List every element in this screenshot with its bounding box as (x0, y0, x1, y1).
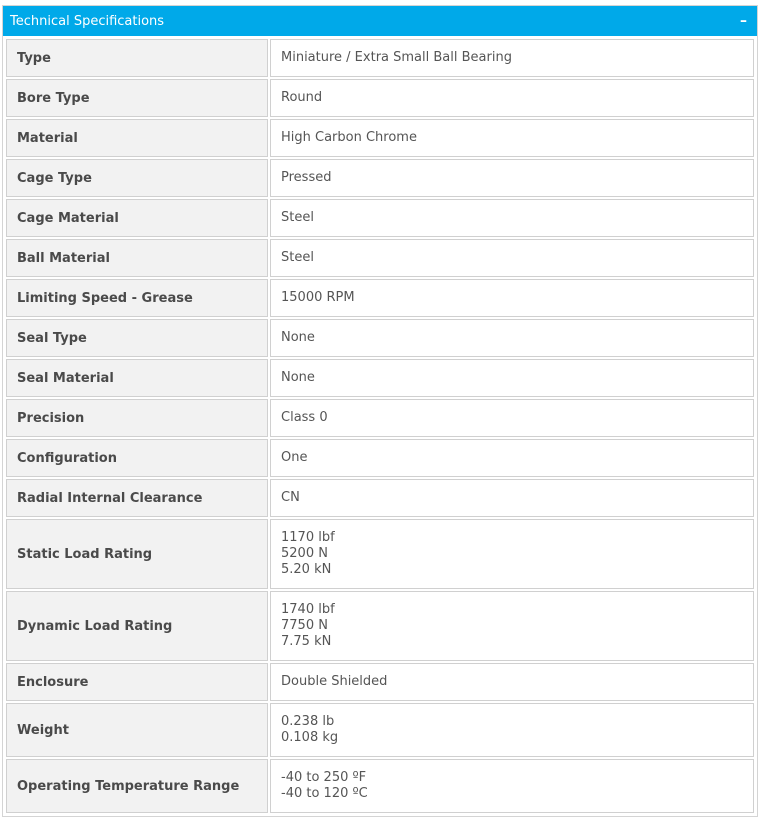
spec-table-body: Type Miniature / Extra Small Ball Bearing… (6, 39, 754, 813)
spec-value: 0.238 lb 0.108 kg (270, 703, 754, 757)
spec-value: 1740 lbf 7750 N 7.75 kN (270, 591, 754, 661)
spec-value-line: 5200 N (281, 546, 328, 561)
spec-value: 15000 RPM (270, 279, 754, 317)
spec-table: Type Miniature / Extra Small Ball Bearing… (4, 37, 756, 815)
technical-specifications-panel: Technical Specifications – Type Miniature… (2, 5, 758, 817)
spec-value: Steel (270, 239, 754, 277)
spec-value-line: Pressed (281, 170, 332, 185)
spec-label: Seal Material (6, 359, 268, 397)
spec-value-line: 0.238 lb (281, 714, 335, 729)
spec-value: High Carbon Chrome (270, 119, 754, 157)
spec-value-line: Class 0 (281, 410, 328, 425)
spec-value: Round (270, 79, 754, 117)
spec-value: One (270, 439, 754, 477)
spec-row: Enclosure Double Shielded (6, 663, 754, 701)
spec-row: Precision Class 0 (6, 399, 754, 437)
spec-row: Configuration One (6, 439, 754, 477)
spec-label: Bore Type (6, 79, 268, 117)
spec-label: Limiting Speed - Grease (6, 279, 268, 317)
spec-value-line: Steel (281, 210, 314, 225)
spec-label: Weight (6, 703, 268, 757)
spec-value-line: Steel (281, 250, 314, 265)
spec-label: Cage Material (6, 199, 268, 237)
spec-value-line: CN (281, 490, 300, 505)
spec-row: Operating Temperature Range -40 to 250 ºF… (6, 759, 754, 813)
spec-value-line: High Carbon Chrome (281, 130, 417, 145)
spec-value: Class 0 (270, 399, 754, 437)
spec-value: None (270, 359, 754, 397)
spec-value-line: Round (281, 90, 323, 105)
spec-row: Dynamic Load Rating 1740 lbf 7750 N 7.75 kN (6, 591, 754, 661)
spec-label: Static Load Rating (6, 519, 268, 589)
spec-value-line: Double Shielded (281, 674, 388, 689)
spec-label: Operating Temperature Range (6, 759, 268, 813)
spec-value-line: 15000 RPM (281, 290, 355, 305)
spec-label: Dynamic Load Rating (6, 591, 268, 661)
spec-value-line: 1170 lbf (281, 530, 335, 545)
spec-value-line: One (281, 450, 308, 465)
spec-row: Ball Material Steel (6, 239, 754, 277)
spec-label: Cage Type (6, 159, 268, 197)
spec-row: Limiting Speed - Grease 15000 RPM (6, 279, 754, 317)
spec-row: Weight 0.238 lb 0.108 kg (6, 703, 754, 757)
spec-value-line: 7750 N (281, 618, 328, 633)
spec-value-line: None (281, 370, 315, 385)
spec-row: Bore Type Round (6, 79, 754, 117)
spec-label: Type (6, 39, 268, 77)
spec-value-line: 5.20 kN (281, 562, 332, 577)
spec-label: Material (6, 119, 268, 157)
spec-label: Configuration (6, 439, 268, 477)
panel-title: Technical Specifications (10, 13, 165, 29)
spec-value-line: -40 to 120 ºC (281, 786, 368, 801)
spec-value: Pressed (270, 159, 754, 197)
spec-value-line: Miniature / Extra Small Ball Bearing (281, 50, 512, 65)
spec-value-line: -40 to 250 ºF (281, 770, 367, 785)
panel-header[interactable]: Technical Specifications – (3, 6, 757, 36)
spec-label: Ball Material (6, 239, 268, 277)
spec-value-line: 0.108 kg (281, 730, 339, 745)
spec-value: Miniature / Extra Small Ball Bearing (270, 39, 754, 77)
spec-row: Radial Internal Clearance CN (6, 479, 754, 517)
spec-value: CN (270, 479, 754, 517)
collapse-icon[interactable]: – (740, 14, 751, 28)
spec-row: Static Load Rating 1170 lbf 5200 N 5.20 kN (6, 519, 754, 589)
spec-value: None (270, 319, 754, 357)
spec-label: Enclosure (6, 663, 268, 701)
spec-value: -40 to 250 ºF -40 to 120 ºC (270, 759, 754, 813)
spec-value-line: None (281, 330, 315, 345)
spec-row: Type Miniature / Extra Small Ball Bearing (6, 39, 754, 77)
spec-value: Steel (270, 199, 754, 237)
spec-label: Precision (6, 399, 268, 437)
spec-value-line: 7.75 kN (281, 634, 332, 649)
spec-row: Seal Material None (6, 359, 754, 397)
spec-label: Seal Type (6, 319, 268, 357)
spec-label: Radial Internal Clearance (6, 479, 268, 517)
spec-row: Cage Type Pressed (6, 159, 754, 197)
spec-value-line: 1740 lbf (281, 602, 335, 617)
spec-row: Cage Material Steel (6, 199, 754, 237)
spec-value: 1170 lbf 5200 N 5.20 kN (270, 519, 754, 589)
spec-value: Double Shielded (270, 663, 754, 701)
spec-row: Seal Type None (6, 319, 754, 357)
spec-row: Material High Carbon Chrome (6, 119, 754, 157)
